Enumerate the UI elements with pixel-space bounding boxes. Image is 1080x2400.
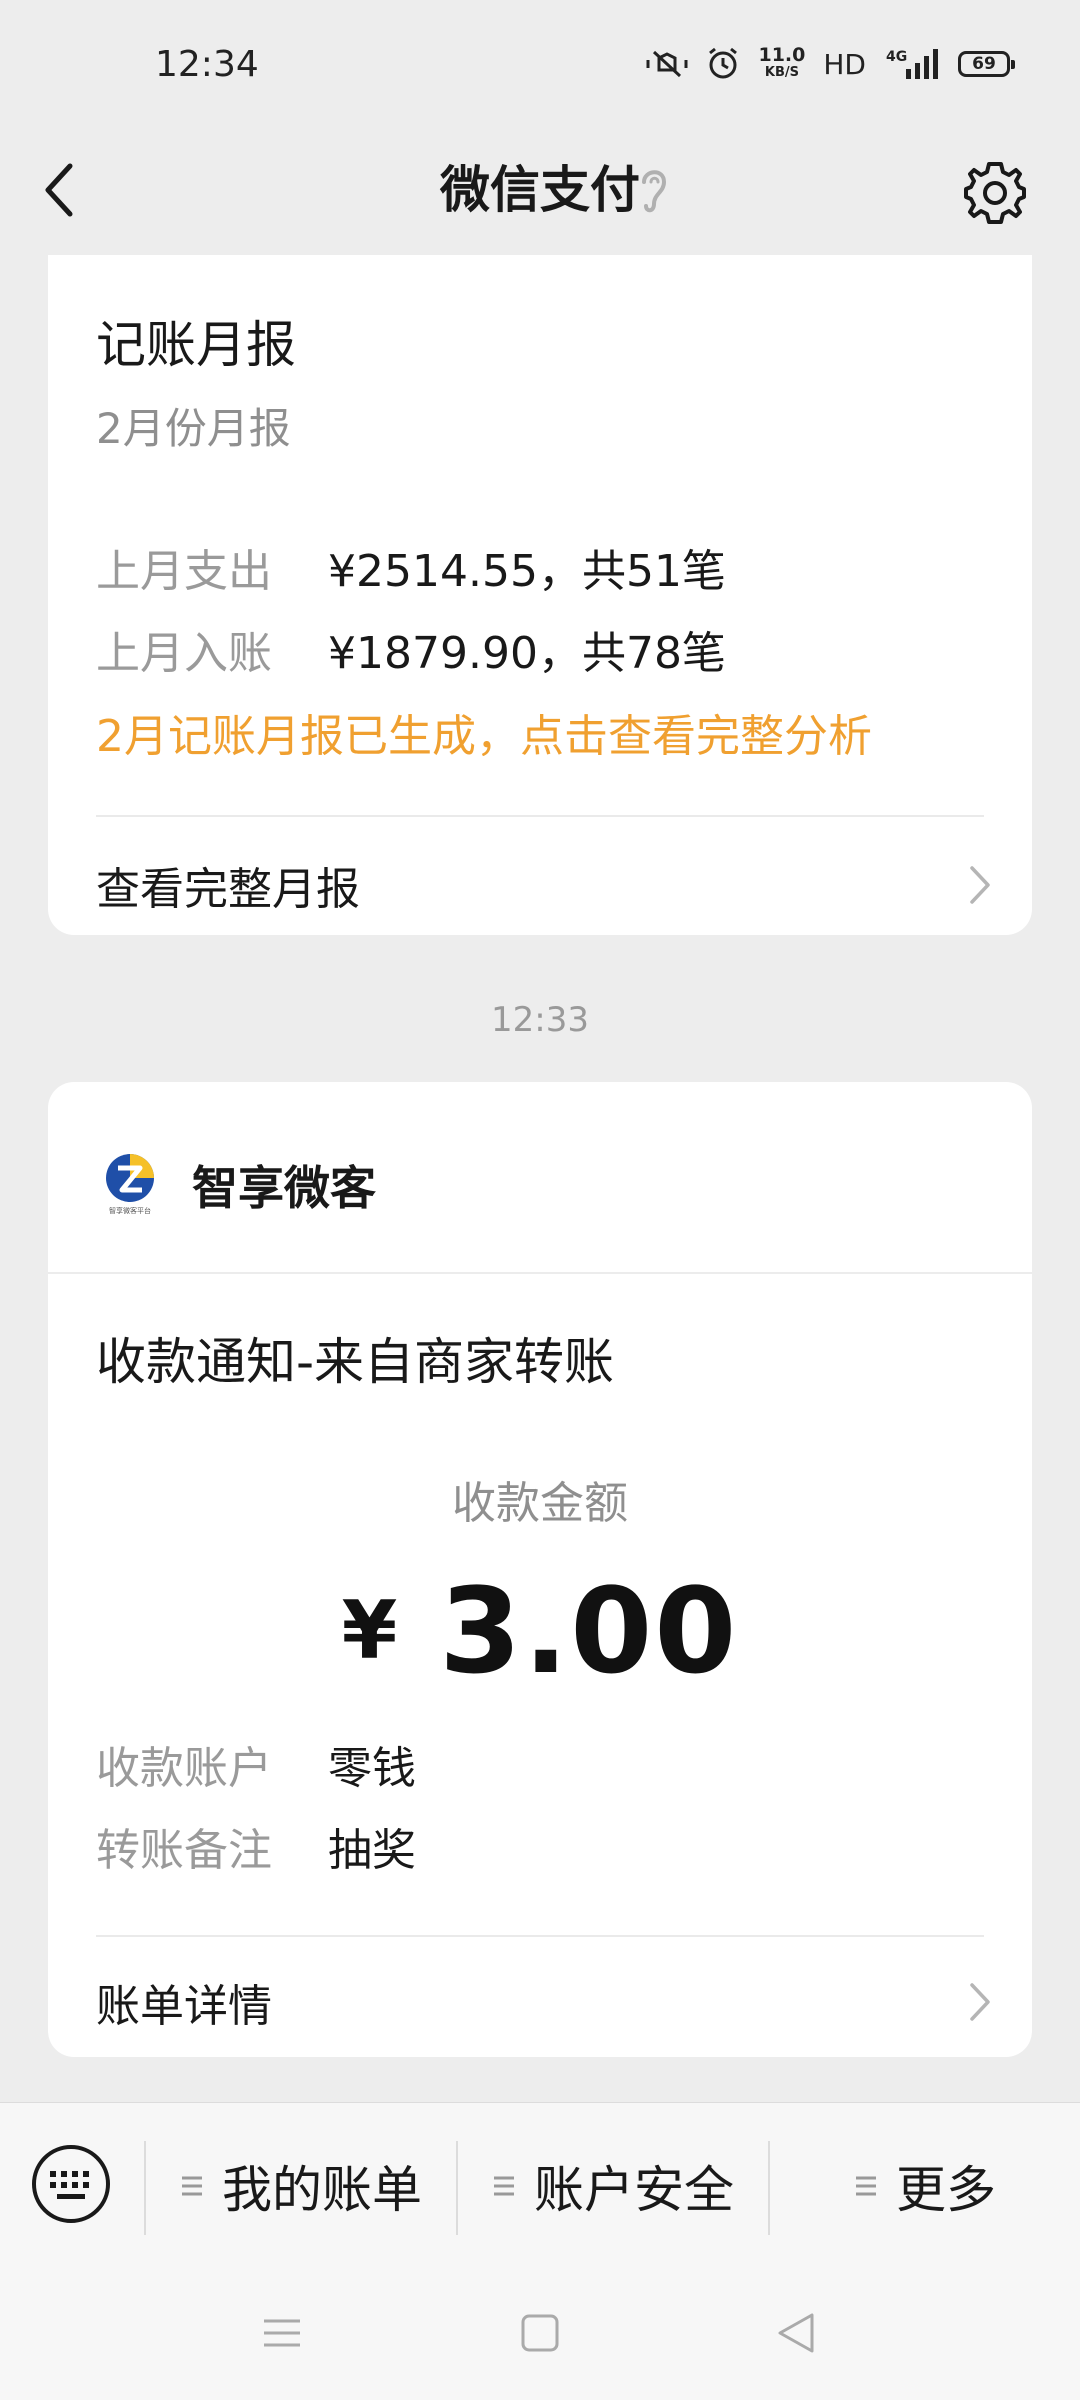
home-icon[interactable]	[518, 2311, 562, 2355]
recent-apps-icon[interactable]	[260, 2311, 304, 2355]
status-bar: 12:34 11.0 KB/S HD 4G 69	[0, 0, 1080, 130]
divider	[96, 1935, 984, 1937]
receipt-row-label: 转账备注	[96, 1825, 272, 1876]
payment-receipt-card[interactable]: 智享微客平台 智享微客 收款通知-来自商家转账 收款金额 ¥3.00 收款账户 …	[48, 1082, 1032, 2057]
bill-details-link[interactable]: 账单详情	[96, 1962, 992, 2042]
menu-label: 我的账单	[222, 2160, 422, 2219]
currency-symbol: ¥	[341, 1584, 400, 1677]
system-navigation-bar	[0, 2267, 1080, 2400]
nav-bar: 微信支付	[0, 130, 1080, 255]
divider	[48, 1272, 1032, 1274]
menu-lines-icon	[494, 2176, 514, 2195]
page-title: 微信支付	[440, 161, 640, 219]
report-row-expense: 上月支出 ¥2514.55，共51笔	[96, 535, 726, 599]
bottom-menu: 我的账单 账户安全 更多	[0, 2102, 1080, 2267]
signal-label: 4G	[886, 49, 907, 65]
receipt-row-account: 收款账户 零钱	[96, 1732, 416, 1796]
divider	[96, 815, 984, 817]
network-speed: 11.0 KB/S	[758, 46, 805, 82]
battery-level: 69	[972, 54, 996, 74]
receipt-row-label: 收款账户	[96, 1743, 272, 1794]
report-row-label: 上月支出	[96, 546, 272, 597]
menu-account-security[interactable]: 账户安全	[458, 2103, 768, 2268]
ear-mode-icon[interactable]	[634, 162, 674, 218]
report-subtitle: 2月份月报	[96, 404, 291, 453]
receipt-row-note: 转账备注 抽奖	[96, 1814, 416, 1878]
network-speed-value: 11.0	[758, 44, 806, 66]
menu-lines-icon	[182, 2176, 202, 2195]
chevron-right-icon	[970, 866, 990, 904]
amount-label: 收款金额	[452, 1478, 628, 1529]
report-row-value: ¥2514.55，共51笔	[328, 546, 726, 597]
monthly-report-card[interactable]: 记账月报 2月份月报 上月支出 ¥2514.55，共51笔 上月入账 ¥1879…	[48, 255, 1032, 935]
menu-label: 更多	[896, 2160, 996, 2219]
menu-lines-icon	[856, 2176, 876, 2195]
report-hint: 2月记账月报已生成，点击查看完整分析	[96, 711, 872, 762]
keyboard-icon[interactable]	[30, 2143, 112, 2225]
view-full-report-link[interactable]: 查看完整月报	[96, 845, 992, 925]
chevron-right-icon	[970, 1983, 990, 2021]
network-speed-unit: KB/S	[764, 65, 799, 80]
report-row-value: ¥1879.90，共78笔	[328, 628, 726, 679]
view-full-report-label: 查看完整月报	[96, 864, 360, 915]
hd-indicator: HD	[823, 47, 866, 81]
merchant-name[interactable]: 智享微客	[192, 1152, 376, 1218]
mute-vibrate-icon	[646, 50, 688, 78]
receipt-title: 收款通知-来自商家转账	[96, 1333, 615, 1391]
settings-gear-icon[interactable]	[962, 160, 1028, 226]
report-row-label: 上月入账	[96, 628, 272, 679]
amount-value: 3.00	[439, 1562, 739, 1700]
menu-more[interactable]: 更多	[770, 2103, 1080, 2268]
merchant-logo-text: 智享微客平台	[109, 1206, 151, 1215]
receipt-row-value: 抽奖	[328, 1825, 416, 1876]
menu-my-bills[interactable]: 我的账单	[146, 2103, 456, 2268]
bill-details-label: 账单详情	[96, 1981, 272, 2032]
message-timestamp: 12:33	[491, 1000, 589, 1040]
signal-icon: 4G	[886, 49, 938, 79]
status-icons: 11.0 KB/S HD 4G 69	[646, 46, 1015, 82]
status-time: 12:34	[155, 44, 259, 85]
menu-label: 账户安全	[534, 2160, 734, 2219]
merchant-logo[interactable]: 智享微客平台	[100, 1150, 160, 1216]
back-triangle-icon[interactable]	[774, 2311, 818, 2355]
amount-display: ¥3.00	[48, 1562, 1032, 1700]
report-title: 记账月报	[96, 316, 296, 374]
receipt-row-value: 零钱	[328, 1743, 416, 1794]
alarm-icon	[709, 47, 738, 79]
report-row-income: 上月入账 ¥1879.90，共78笔	[96, 617, 726, 681]
battery-icon: 69	[958, 51, 1015, 77]
